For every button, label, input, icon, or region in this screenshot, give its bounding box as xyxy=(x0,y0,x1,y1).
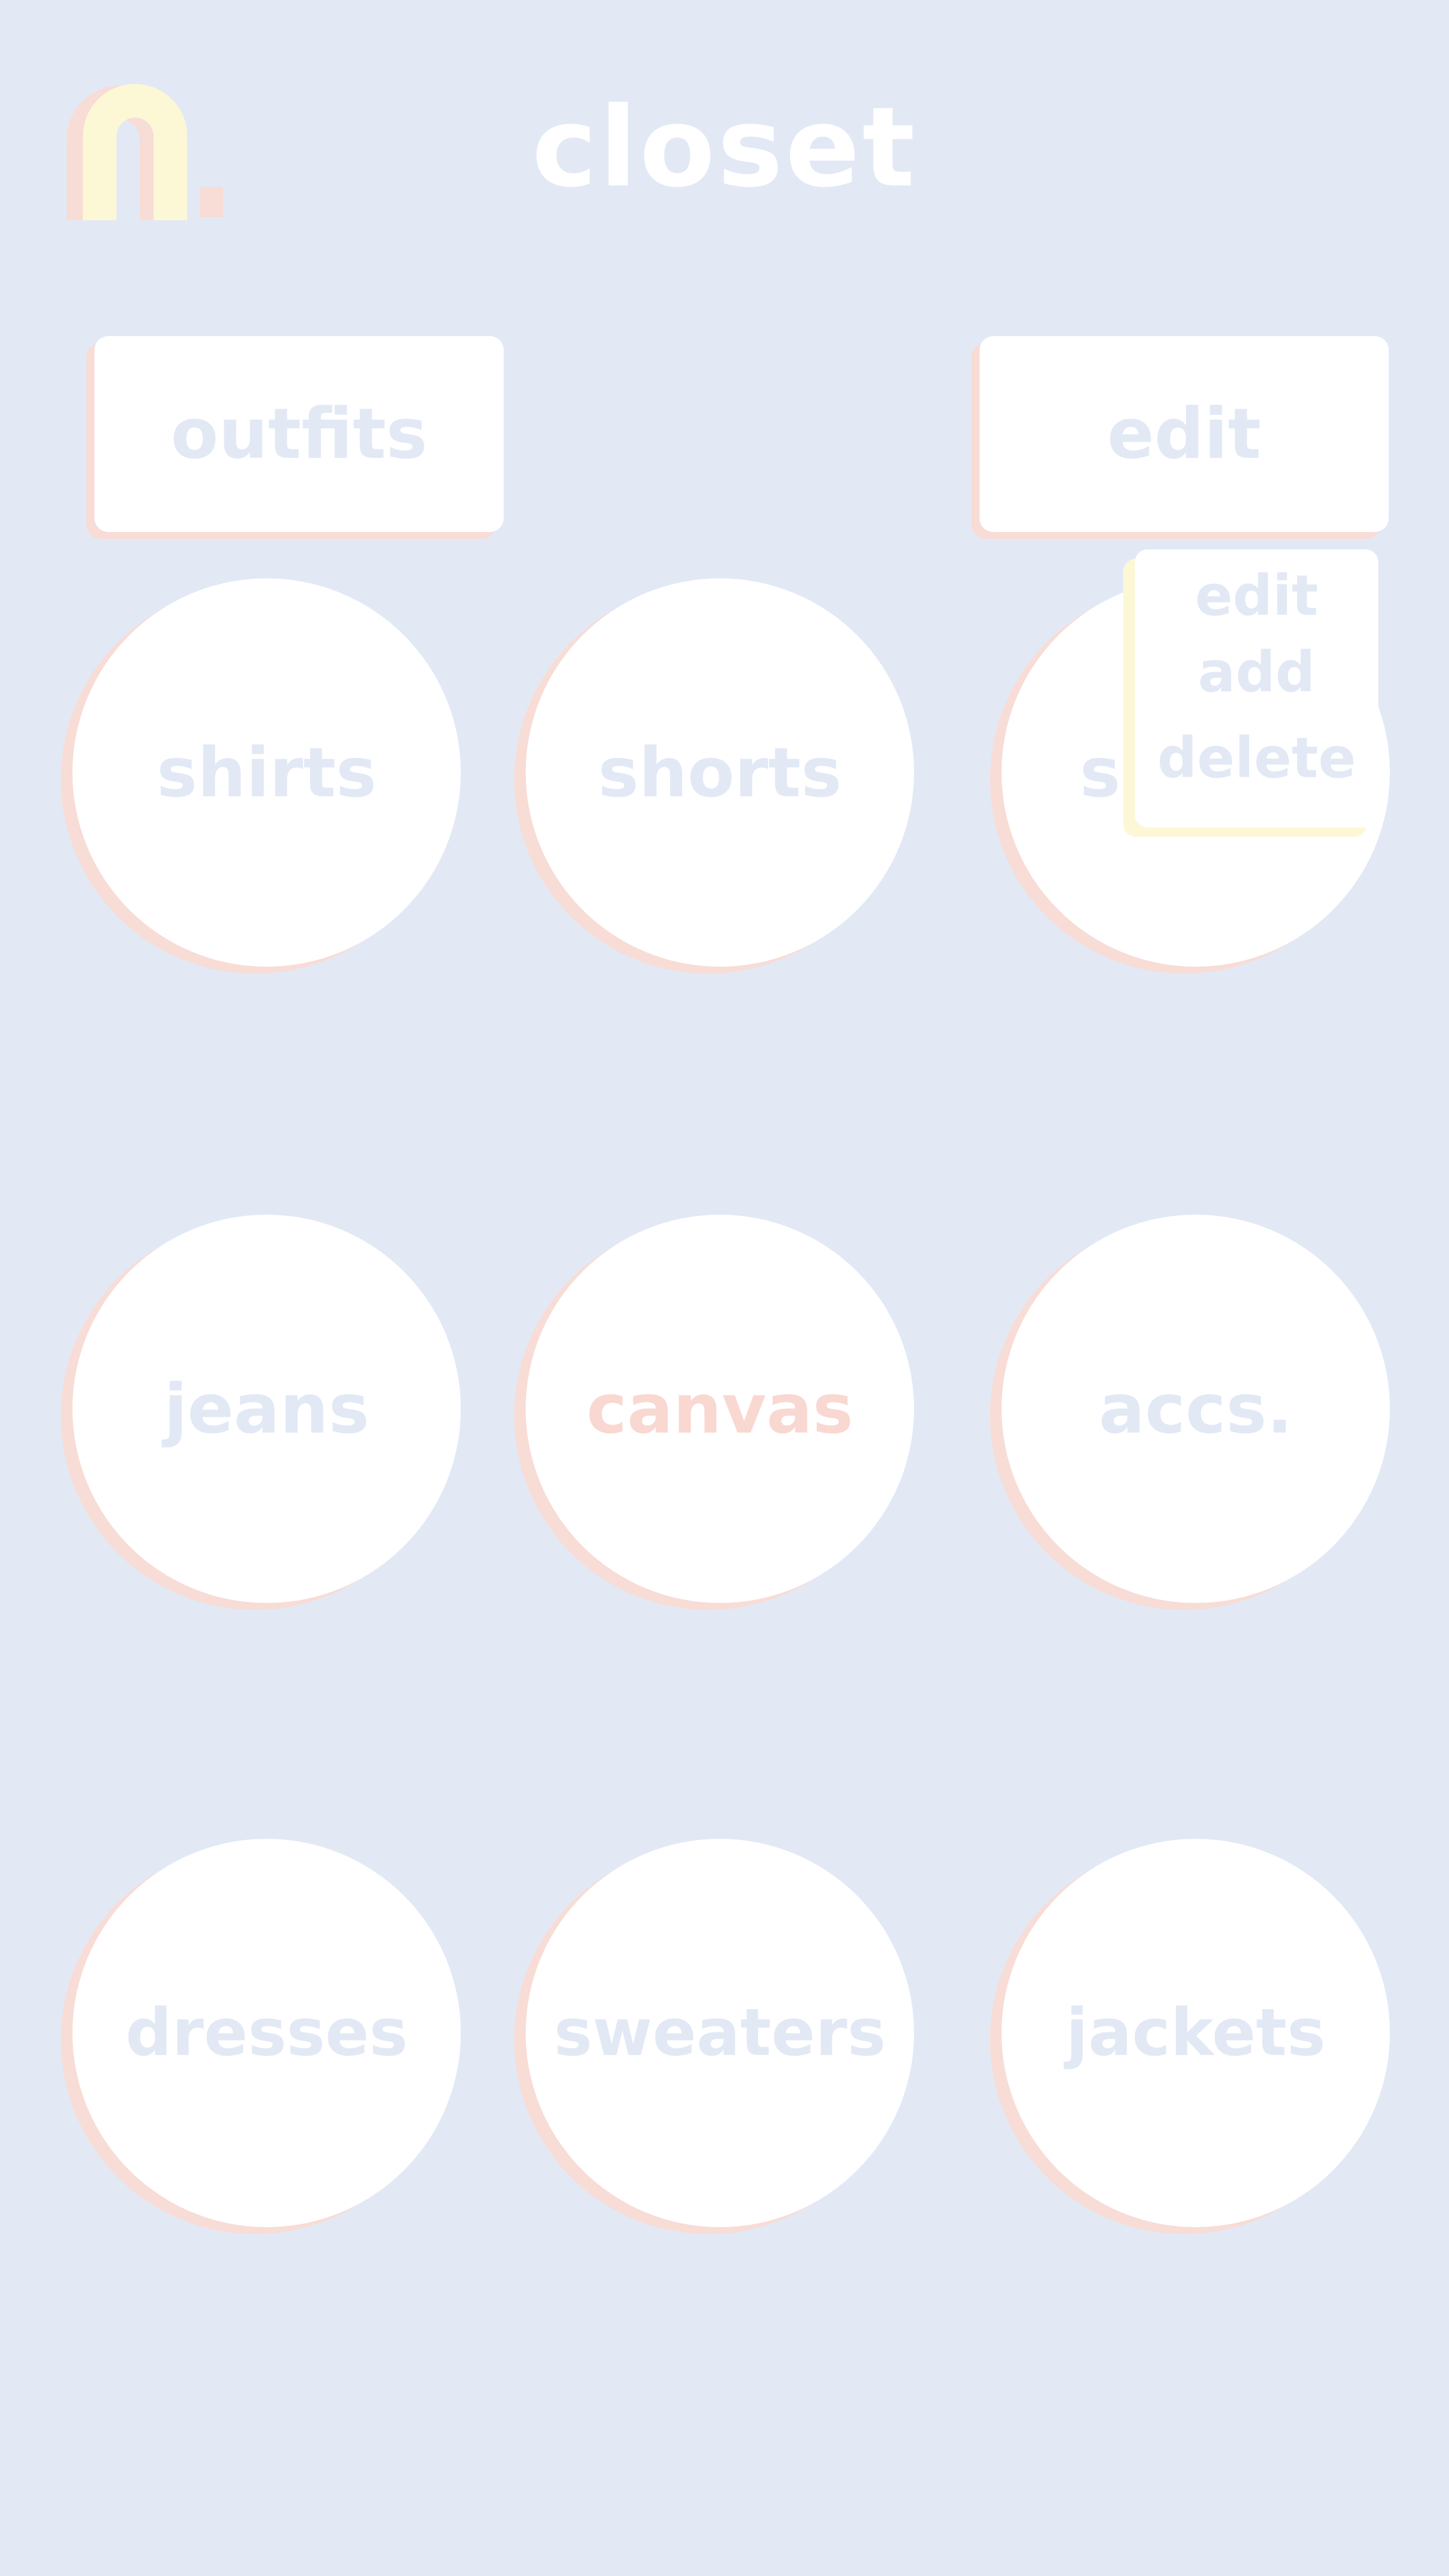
outfits-button-label: outfits xyxy=(170,393,428,475)
edit-button-label: edit xyxy=(1107,393,1261,475)
page-title: closet xyxy=(531,83,918,212)
edit-dropdown-menu: edit add delete xyxy=(1135,549,1378,828)
category-dresses[interactable]: dresses xyxy=(72,1839,461,2227)
category-shorts[interactable]: shorts xyxy=(526,578,914,967)
arch-logo-icon xyxy=(67,84,223,220)
outfits-button[interactable]: outfits xyxy=(94,336,504,532)
category-accessories[interactable]: accs. xyxy=(1002,1215,1390,1603)
category-canvas[interactable]: canvas xyxy=(526,1215,914,1603)
menu-item-delete[interactable]: delete xyxy=(1135,723,1378,793)
category-shirts[interactable]: shirts xyxy=(72,578,461,967)
edit-button[interactable]: edit xyxy=(980,336,1389,532)
category-jeans[interactable]: jeans xyxy=(72,1215,461,1603)
menu-item-edit[interactable]: edit xyxy=(1135,561,1378,631)
category-jackets[interactable]: jackets xyxy=(1002,1839,1390,2227)
category-sweaters[interactable]: sweaters xyxy=(526,1839,914,2227)
menu-item-add[interactable]: add xyxy=(1135,637,1378,707)
